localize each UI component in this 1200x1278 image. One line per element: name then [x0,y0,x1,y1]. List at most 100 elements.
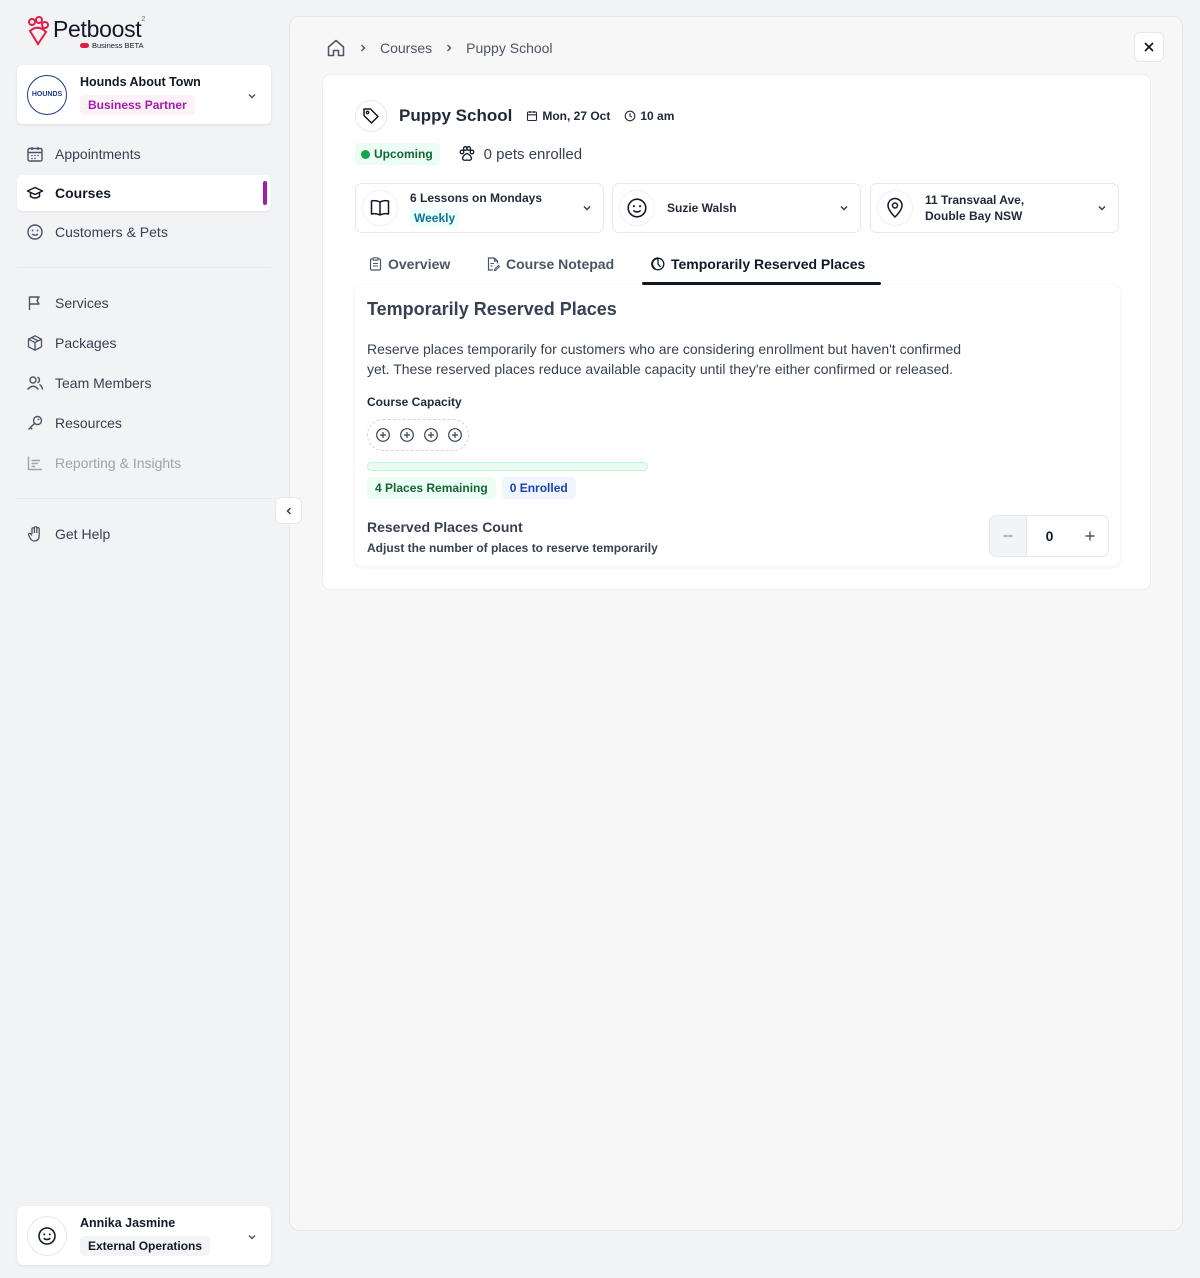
paw-icon [459,146,475,161]
sidebar-item-label: Courses [55,185,112,201]
org-badge: Business Partner [80,94,195,115]
empty-slot-icon[interactable] [395,423,419,447]
chevron-down-icon [1098,205,1106,211]
user-name: Annika Jasmine [80,1215,176,1230]
empty-slot-icon[interactable] [371,423,395,447]
hand-wave-icon [27,526,40,542]
sidebar-item-label: Services [55,295,109,311]
collapse-sidebar-button[interactable] [275,497,302,524]
course-tabs: Overview Course Notepad Temporarily Rese… [355,243,1120,285]
breadcrumb: Courses Puppy School [326,37,553,59]
sidebar-divider [17,498,271,499]
enrolled-badge: 0 Enrolled [501,477,576,499]
flag-icon [28,296,40,310]
location-select[interactable]: 11 Transvaal Ave, Double Bay NSW [870,183,1119,233]
tab-course-notepad-label: Course Notepad [506,256,615,272]
org-logo: HOUNDS [27,74,67,115]
reserved-places-section: Temporarily Reserved Places Reserve plac… [355,285,1120,566]
section-description: Reserve places temporarily for customers… [367,341,962,377]
breadcrumb-courses[interactable]: Courses [380,40,432,56]
avatar [27,1215,67,1256]
empty-slot-icon[interactable] [419,423,443,447]
capacity-progress-bar [367,462,648,471]
tab-overview[interactable]: Overview [369,243,450,285]
smiley-icon [38,1226,56,1245]
sidebar-item-resources[interactable]: Resources [17,405,271,441]
sidebar-item-team-members[interactable]: Team Members [17,365,271,401]
tag-icon [363,108,379,124]
location-icon-wrap [877,190,913,226]
capacity-slots [367,419,469,451]
sidebar-divider [17,267,271,268]
paw-logo-icon [28,16,49,46]
course-detail-panel: Courses Puppy School Puppy School Mon, 2… [289,16,1183,1231]
sidebar-item-services[interactable]: Services [17,285,271,321]
sidebar-item-label: Packages [55,335,117,351]
reserved-count-value[interactable]: 0 [1026,516,1072,556]
increment-button[interactable] [1072,516,1108,556]
close-icon [1144,42,1154,52]
calendar-icon [527,111,538,122]
sidebar-item-get-help[interactable]: Get Help [17,516,271,552]
close-button[interactable] [1134,32,1164,62]
course-date: Mon, 27 Oct [526,109,610,123]
sidebar-item-packages[interactable]: Packages [17,325,271,361]
chevron-right-icon [361,44,366,52]
note-icon [487,257,500,271]
petboost-logo[interactable]: Petboost 2 Business BETA [27,16,146,50]
sidebar-item-label: Customers & Pets [55,224,168,240]
user-role-badge: External Operations [80,1235,211,1256]
instructor-select[interactable]: Suzie Walsh [612,183,861,233]
sidebar-item-courses[interactable]: Courses [17,175,271,211]
location-line1: 11 Transvaal Ave, [925,193,1025,207]
active-indicator [263,181,267,205]
brand-sup: 2 [141,16,146,23]
book-icon [370,199,390,216]
section-title: Temporarily Reserved Places [367,299,617,319]
tab-overview-label: Overview [388,256,451,272]
clock-icon [625,110,636,122]
schedule-select[interactable]: 6 Lessons on Mondays Weekly [355,183,604,233]
chart-icon [27,456,42,471]
sidebar-item-reporting[interactable]: Reporting & Insights [17,445,271,481]
sidebar-item-appointments[interactable]: Appointments [17,136,271,172]
reserved-count-title: Reserved Places Count [367,519,523,535]
sidebar: Petboost 2 Business BETA HOUNDS Hounds A… [0,0,288,1278]
page-title: Puppy School [399,106,513,125]
brand-sub: Business BETA [80,41,144,50]
enrolled-count: 0 pets enrolled [458,145,582,163]
sidebar-item-label: Appointments [55,146,141,162]
course-date-text: Mon, 27 Oct [542,109,611,123]
reserve-icon [651,257,665,271]
tab-reserved-label: Temporarily Reserved Places [671,256,866,272]
sidebar-item-customers-pets[interactable]: Customers & Pets [17,214,271,250]
empty-slot-icon[interactable] [443,423,467,447]
graduation-cap-icon [26,186,44,199]
home-icon[interactable] [326,38,346,58]
tab-temporarily-reserved-places[interactable]: Temporarily Reserved Places [642,243,882,285]
breadcrumb-current: Puppy School [466,40,553,56]
course-time-text: 10 am [640,109,675,123]
course-card: Puppy School Mon, 27 Oct 10 am Upcoming … [322,74,1151,590]
instructor-name: Suzie Walsh [667,201,737,215]
tab-course-notepad[interactable]: Course Notepad [486,243,614,285]
brand-name: Petboost [53,16,142,42]
sidebar-item-label: Reporting & Insights [55,455,182,471]
box-icon [27,335,43,351]
org-logo-text: HOUNDS [31,91,63,98]
capacity-label: Course Capacity [367,395,462,409]
status-text: Upcoming [374,147,433,161]
course-header: Puppy School Mon, 27 Oct 10 am [355,100,674,132]
decrement-button[interactable] [990,516,1026,556]
capacity-summary: 4 Places Remaining 0 Enrolled [367,477,576,499]
key-icon [28,415,43,430]
instructor-icon-wrap [619,190,655,226]
users-icon [26,376,44,390]
user-menu[interactable]: Annika Jasmine External Operations [17,1206,271,1265]
chevron-right-icon [447,44,452,52]
beta-toggle-icon [80,43,89,48]
smiley-icon [27,224,43,240]
chevron-left-icon [285,506,291,515]
org-switcher[interactable]: HOUNDS Hounds About Town Business Partne… [17,65,271,124]
chevron-down-icon [840,205,848,211]
